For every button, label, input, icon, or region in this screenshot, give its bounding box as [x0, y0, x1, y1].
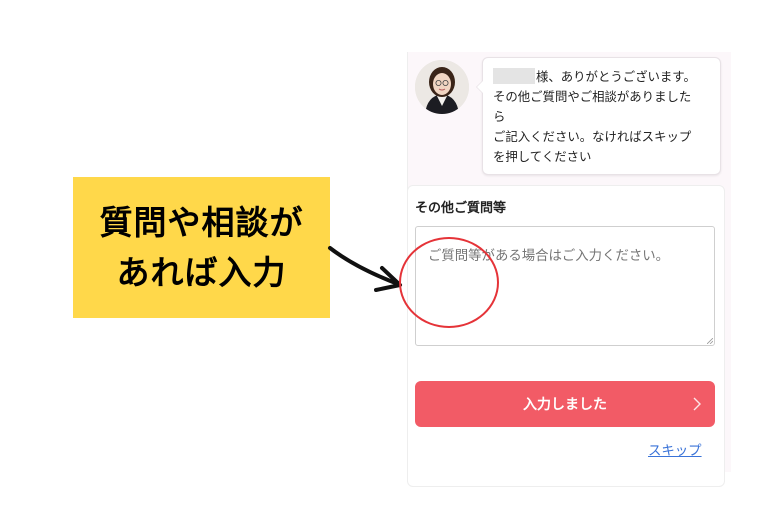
submit-button-label: 入力しました	[523, 397, 607, 413]
submit-button[interactable]: 入力しました	[415, 381, 715, 427]
skip-link[interactable]: スキップ	[648, 439, 702, 459]
chat-message-bubble: 様、ありがとうございます。 その他ご質問やご相談がありました ら ご記入ください…	[476, 57, 721, 175]
chat-message-line: ら	[493, 109, 506, 124]
callout-banner: 質問や相談が あれば入力	[73, 177, 330, 318]
chat-message-line: その他ご質問やご相談がありました	[493, 89, 692, 104]
callout-line-1: 質問や相談が	[99, 202, 304, 242]
callout-line-2: あれば入力	[116, 252, 287, 292]
chevron-right-icon	[693, 397, 701, 411]
inquiry-textarea[interactable]	[415, 226, 715, 346]
chat-message-text: 様、ありがとうございます。	[536, 69, 696, 84]
chat-message-line: ご記入ください。なければスキップ	[493, 129, 692, 144]
chat-message-line: 様、ありがとうございます。	[493, 67, 712, 87]
resize-grip-icon[interactable]	[707, 338, 713, 344]
field-label: その他ご質問等	[415, 201, 507, 216]
arrow-icon	[328, 246, 402, 292]
operator-avatar	[415, 60, 469, 114]
redacted-name	[493, 68, 535, 84]
chat-message-line: を押してください	[493, 149, 592, 164]
